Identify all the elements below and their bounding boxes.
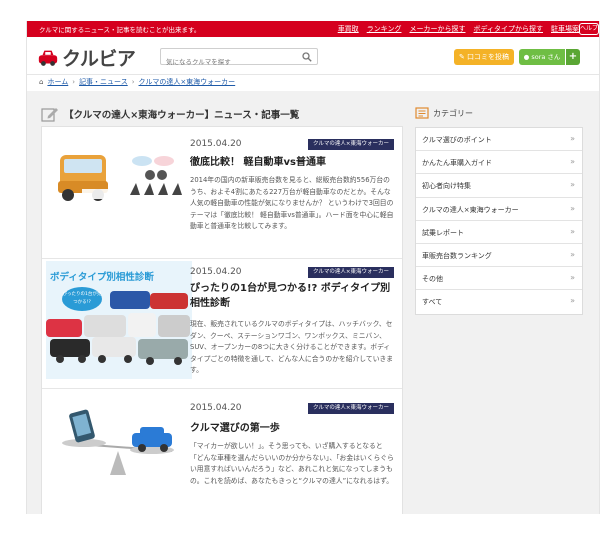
category-list-icon [415, 107, 429, 119]
sidebar-item-all[interactable]: すべて » [416, 290, 582, 313]
add-button[interactable]: + [566, 49, 580, 65]
article-tag[interactable]: クルマの達人×東海ウォーカー [308, 403, 394, 414]
browser-frame: クルマに関するニュース・記事を読むことが出来ます。 車買取 ランキング メーカー… [26, 21, 600, 514]
sidebar-item-label: かんたん車購入ガイド [422, 159, 492, 168]
post-review-button[interactable]: ✎ 口コミを投稿 [454, 49, 514, 65]
article-item[interactable]: 2015.04.20 クルマの達人×東海ウォーカー 徹底比較！ 軽自動車vs普通… [42, 127, 402, 259]
article-title[interactable]: ぴったりの1台が見つかる!? ボディタイプ別相性診断 [190, 281, 396, 311]
sidebar-item-other[interactable]: その他 » [416, 267, 582, 291]
article-date: 2015.04.20 [190, 139, 242, 149]
speech-bubble-icon: ✎ [458, 53, 465, 61]
top-bar: クルマに関するニュース・記事を読むことが出来ます。 車買取 ランキング メーカー… [27, 21, 599, 37]
sidebar-item-purchase-guide[interactable]: かんたん車購入ガイド » [416, 151, 582, 175]
category-list: クルマ選びのポイント » かんたん車購入ガイド » 初心者向け特集 » クルマの… [415, 127, 583, 315]
article-list: 2015.04.20 クルマの達人×東海ウォーカー 徹底比較！ 軽自動車vs普通… [41, 126, 403, 514]
article-thumbnail-balance[interactable] [46, 403, 192, 479]
chevron-right-icon: » [570, 226, 575, 236]
sidebar-heading: カテゴリー [415, 107, 473, 119]
article-title[interactable]: 徹底比較！ 軽自動車vs普通車 [190, 155, 396, 170]
sidebar-item-beginner-feature[interactable]: 初心者向け特集 » [416, 174, 582, 198]
article-date: 2015.04.20 [190, 267, 242, 277]
article-summary: 2014年の国内の新車販売台数を見ると、総販売台数約556万台のうち、およそ4割… [190, 176, 394, 230]
home-icon: ⌂ [39, 78, 44, 86]
logo-car-icon [38, 50, 58, 66]
top-nav-ranking[interactable]: ランキング [367, 24, 402, 34]
chevron-right-icon: » [570, 249, 575, 259]
site-tagline: クルマに関するニュース・記事を読むことが出来ます。 [39, 26, 201, 34]
breadcrumb-news[interactable]: 記事・ニュース [79, 77, 128, 87]
article-date: 2015.04.20 [190, 403, 242, 413]
pencil-icon [41, 108, 58, 122]
breadcrumb-separator: › [131, 78, 135, 86]
breadcrumb: ⌂ ホーム › 記事・ニュース › クルマの達人×東海ウォーカー [39, 77, 235, 87]
chevron-right-icon: » [570, 180, 575, 190]
sidebar-item-label: 初心者向け特集 [422, 182, 471, 191]
chevron-right-icon: » [570, 273, 575, 283]
sidebar-item-label: クルマ選びのポイント [422, 136, 492, 144]
article-summary: 「マイカーが欲しい！」。そう思っても、いざ購入するとなると「どんな車種を選んだら… [190, 442, 394, 485]
user-name-label: sora さん [531, 53, 561, 61]
search-box [160, 48, 318, 70]
article-tag[interactable]: クルマの達人×東海ウォーカー [308, 267, 394, 278]
article-item[interactable]: ボディタイプ別相性診断 ぴったりの1台が見つかる!? 2015.04.20 クル… [42, 259, 402, 389]
chevron-right-icon: » [570, 203, 575, 213]
sidebar-item-label: 車販売台数ランキング [422, 251, 492, 260]
sidebar-item-sales-ranking[interactable]: 車販売台数ランキング » [416, 244, 582, 268]
breadcrumb-home[interactable]: ホーム [47, 77, 68, 87]
search-icon[interactable] [302, 52, 312, 62]
top-nav-maker[interactable]: メーカーから探す [409, 24, 465, 34]
sidebar-item-tokai-walker[interactable]: クルマの達人×東海ウォーカー » [416, 198, 582, 221]
article-tag[interactable]: クルマの達人×東海ウォーカー [308, 139, 394, 150]
logo-text: クルビア [62, 48, 136, 70]
chevron-right-icon: » [570, 134, 575, 143]
help-button[interactable]: ヘルプ [579, 23, 599, 35]
user-menu-button[interactable]: ● sora さん [519, 49, 565, 65]
thumbnail-title: ボディタイプ別相性診断 [50, 272, 154, 283]
cars-illustration [46, 291, 190, 365]
post-review-label: 口コミを投稿 [467, 53, 510, 61]
breadcrumb-current[interactable]: クルマの達人×東海ウォーカー [139, 77, 236, 87]
site-header: クルビア ✎ 口コミを投稿 ● sora さん + [27, 37, 599, 75]
sidebar-item-label: 試乗レポート [422, 228, 464, 237]
breadcrumb-separator: › [72, 78, 76, 86]
search-input[interactable] [161, 54, 291, 70]
top-nav: 車買取 ランキング メーカーから探す ボディタイプから探す 駐車場案 [338, 24, 579, 34]
article-item[interactable]: 2015.04.20 クルマの達人×東海ウォーカー クルマ選びの第一歩 「マイカ… [42, 389, 402, 514]
article-summary: 現在、販売されているクルマのボディタイプは、ハッチバック、セダン、クーペ、ステー… [190, 320, 394, 374]
sidebar-title: カテゴリー [433, 108, 473, 118]
article-thumbnail-kei-vs-regular[interactable] [46, 145, 192, 215]
sidebar-item-car-choice-points[interactable]: クルマ選びのポイント » [416, 128, 582, 152]
site-logo[interactable]: クルビア [37, 44, 136, 71]
chevron-right-icon: » [570, 157, 575, 167]
article-thumbnail-bodytype[interactable]: ボディタイプ別相性診断 ぴったりの1台が見つかる!? [46, 261, 192, 379]
chevron-right-icon: » [570, 296, 575, 306]
sidebar-item-test-drive[interactable]: 試乗レポート » [416, 221, 582, 244]
top-nav-kaitori[interactable]: 車買取 [338, 24, 359, 34]
top-nav-parking[interactable]: 駐車場案 [551, 24, 579, 34]
sidebar-item-label: すべて [422, 298, 443, 307]
top-nav-bodytype[interactable]: ボディタイプから探す [473, 24, 543, 34]
user-icon: ● [523, 53, 530, 61]
sidebar-item-label: クルマの達人×東海ウォーカー [422, 205, 519, 214]
page-heading: 【クルマの達人×東海ウォーカー】ニュース・記事一覧 [41, 106, 299, 122]
sidebar-item-label: その他 [422, 275, 443, 284]
page-title: 【クルマの達人×東海ウォーカー】ニュース・記事一覧 [64, 110, 300, 121]
article-title[interactable]: クルマ選びの第一歩 [190, 421, 396, 436]
